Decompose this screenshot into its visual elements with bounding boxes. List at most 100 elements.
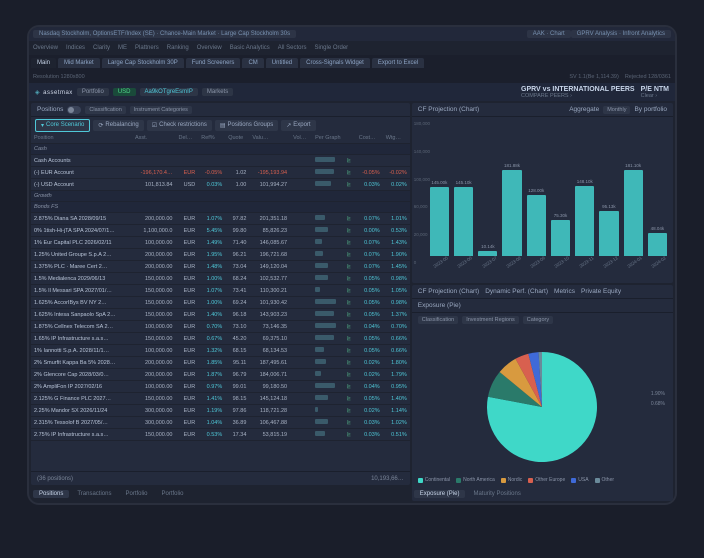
positions-groups-button[interactable]: ▤Positions Groups [215,120,278,131]
table-row[interactable]: 2% Glencore Cap 2028/03/0…200,000.00EUR1… [31,369,410,381]
positions-toggle[interactable] [67,106,81,114]
bottom-tab[interactable]: Portfolio [156,490,190,498]
table-row[interactable]: 1.625% Intesa Sanpaolo SpA 2…150,000.00E… [31,309,410,321]
bar-column[interactable]: 128.00k2023-09 [527,188,546,265]
resolution-label: Resolution 1280x800 [33,74,85,80]
pill-portfolio[interactable]: Portfolio [77,88,109,96]
table-row[interactable]: Cash Accounts⊵ [31,155,410,167]
menu-item[interactable]: Plattners [135,45,159,51]
table-row[interactable]: 1.375% PLC · Maree Cert 2…200,000.00EUR1… [31,261,410,273]
pill-usd[interactable]: USD [113,88,136,96]
legend-item[interactable]: Other [595,477,615,483]
table-row[interactable]: 2.25% Mandor SX 2026/11/24300,000.00EUR1… [31,405,410,417]
bar-column[interactable]: 181.88k2023-08 [502,163,521,265]
workspace-tab[interactable]: Large Cap Stockholm 30P [102,58,184,68]
table-row[interactable]: 2% AmpliFon IP 2027/02/16100,000.00EUR0.… [31,381,410,393]
pie-region-dropdown[interactable]: Investment Regions [462,316,519,324]
bar-column[interactable]: 148.10k2023-11 [575,179,594,265]
check-restrictions-button[interactable]: ☑Check restrictions [147,120,212,131]
workspace-tab[interactable]: Cross-Signals Widget [300,58,370,68]
table-row[interactable]: 1.25% United Groupe S.p.A 2…200,000.00EU… [31,249,410,261]
menu-item[interactable]: All Sectors [278,45,307,51]
pie-tab[interactable]: Metrics [554,288,575,295]
table-group[interactable]: Cash [31,144,410,155]
pie-category-dropdown[interactable]: Category [523,316,553,324]
menu-item[interactable]: Overview [197,45,222,51]
table-row[interactable]: 1.65% IP Infrastructure s.a.s…150,000.00… [31,333,410,345]
pie-bottom-tab[interactable]: Maturity Positions [467,490,526,498]
menu-item[interactable]: Clarity [93,45,110,51]
rebalancing-button[interactable]: ⟳Rebalancing [93,120,143,131]
menu-item[interactable]: Indices [66,45,85,51]
period-dropdown[interactable]: Monthly [603,106,630,114]
pill-markets[interactable]: Markets [202,88,233,96]
bar-column[interactable]: 48.04k2024-02 [648,226,667,265]
bar-column[interactable]: 95.13k2023-12 [599,204,618,265]
table-row[interactable]: 2.315% Tessolof B 2027/05/…300,000.00EUR… [31,417,410,429]
legend-item[interactable]: Continental [418,477,450,483]
header-compare[interactable]: COMPARE PEERS › [521,93,635,99]
workspace-tab[interactable]: Fund Screeners [186,58,241,68]
legend-item[interactable]: Other Europe [528,477,565,483]
table-group[interactable]: Growth [31,191,410,202]
bar-column[interactable]: 145.10k2023-06 [454,180,473,265]
table-row[interactable]: 1.625% AccorIBys BV NY 2…150,000.00EUR1.… [31,297,410,309]
table-row[interactable]: 2.125% G Finance PLC 2027…150,000.00EUR1… [31,393,410,405]
menu-item[interactable]: Basic Analytics [230,45,270,51]
workspace-tab[interactable]: Main [31,58,56,68]
workspace-tab[interactable]: Export to Excel [372,58,424,68]
title-tab-analytics[interactable]: GPRV Analysis · Infront Analytics [571,30,671,38]
bar-column[interactable]: 75.30k2023-10 [551,213,570,265]
bar-column[interactable]: 145.00k2023-05 [430,180,449,265]
workspace-tab[interactable]: CM [242,58,263,68]
table-row[interactable]: 1% Iannotti S.p.A. 2028/11/1…100,000.00E… [31,345,410,357]
table-row[interactable]: 2% Smurfit Kappa Ba 5% 2028…200,000.00EU… [31,357,410,369]
table-row[interactable]: 1.875% Cellnex Telecom SA 2…100,000.00EU… [31,321,410,333]
title-tab-main[interactable]: Nasdaq Stockholm, OptionsETF/Index (SE) … [33,30,296,38]
bottom-tab[interactable]: Transactions [71,490,117,498]
table-row[interactable]: 1% Eur Capital PLC 2026/02/11100,000.00E… [31,237,410,249]
pie-bottom-tab[interactable]: Exposure (Pie) [414,490,466,498]
pie-legend: Continental North America Nordic Other Euro… [418,477,667,483]
by-portfolio-label: By portfolio [634,106,667,113]
title-tab-chart[interactable]: AAK · Chart [527,30,571,38]
table-row[interactable]: (-) EUR Account-196,170.4…EUR-0.05%1.02-… [31,167,410,179]
header-clear[interactable]: Clear › [641,93,669,99]
menu-item[interactable]: Single Order [314,45,348,51]
classification-dropdown[interactable]: Classification [85,106,125,114]
bar-column[interactable]: 10.14k2023-07 [478,244,497,265]
table-row[interactable]: 0% 1tish-Hi-jTA SPA 2024/07/1…1,100,000.… [31,225,410,237]
menu-item[interactable]: ME [118,45,127,51]
table-row[interactable]: 1.5% Medialenca 2029/06/13150,000.00EUR1… [31,273,410,285]
refresh-icon: ⟳ [98,122,103,129]
workspace-tab[interactable]: Mid Market [58,58,100,68]
menubar: Overview Indices Clarity ME Plattners Ra… [29,41,675,55]
positions-count: (36 positions) [37,476,73,482]
bar-column[interactable]: 181.10k2024-01 [624,163,643,265]
legend-item[interactable]: North America [456,477,495,483]
pie-tab[interactable]: Private Equity [581,288,621,295]
workspace-tab[interactable]: Untitled [266,58,298,68]
table-row[interactable]: 1.5% Il Messari SPA 2027/01/…150,000.00E… [31,285,410,297]
table-row[interactable]: (-) USD Account101,813.84USD0.03%1.00101… [31,179,410,191]
export-button[interactable]: ↗Export [281,120,315,131]
table-row[interactable]: 2.875% Diana SA 2028/09/15200,000.00EUR1… [31,213,410,225]
legend-item[interactable]: Nordic [501,477,522,483]
positions-table[interactable]: PositionAsst.Del…Ref%QuoteValu…Vol…Per G… [31,133,410,471]
pie-class-dropdown[interactable]: Classification [418,316,458,324]
table-group[interactable]: Bonds FS [31,202,410,213]
chart-title: CF Projection (Chart) [418,106,479,113]
positions-toolbar: ▾Core Scenario ⟳Rebalancing ☑Check restr… [31,117,410,133]
bottom-tab[interactable]: Positions [33,490,69,498]
scenario-button[interactable]: ▾Core Scenario [35,119,90,132]
pie-tab[interactable]: CF Projection (Chart) [418,288,479,295]
table-row[interactable]: 2.75% IP Infrastructure s.a.s…150,000.00… [31,429,410,441]
pill-token: Aa9kOTgreEsmIP [140,88,198,96]
header-title: GPRV vs INTERNATIONAL PEERS [521,86,635,93]
legend-item[interactable]: USA [571,477,588,483]
menu-item[interactable]: Ranking [167,45,189,51]
bottom-tab[interactable]: Portfolio [119,490,153,498]
pie-tab[interactable]: Dynamic Perf. (Chart) [485,288,548,295]
menu-item[interactable]: Overview [33,45,58,51]
category-dropdown[interactable]: Instrument Categories [130,106,192,114]
